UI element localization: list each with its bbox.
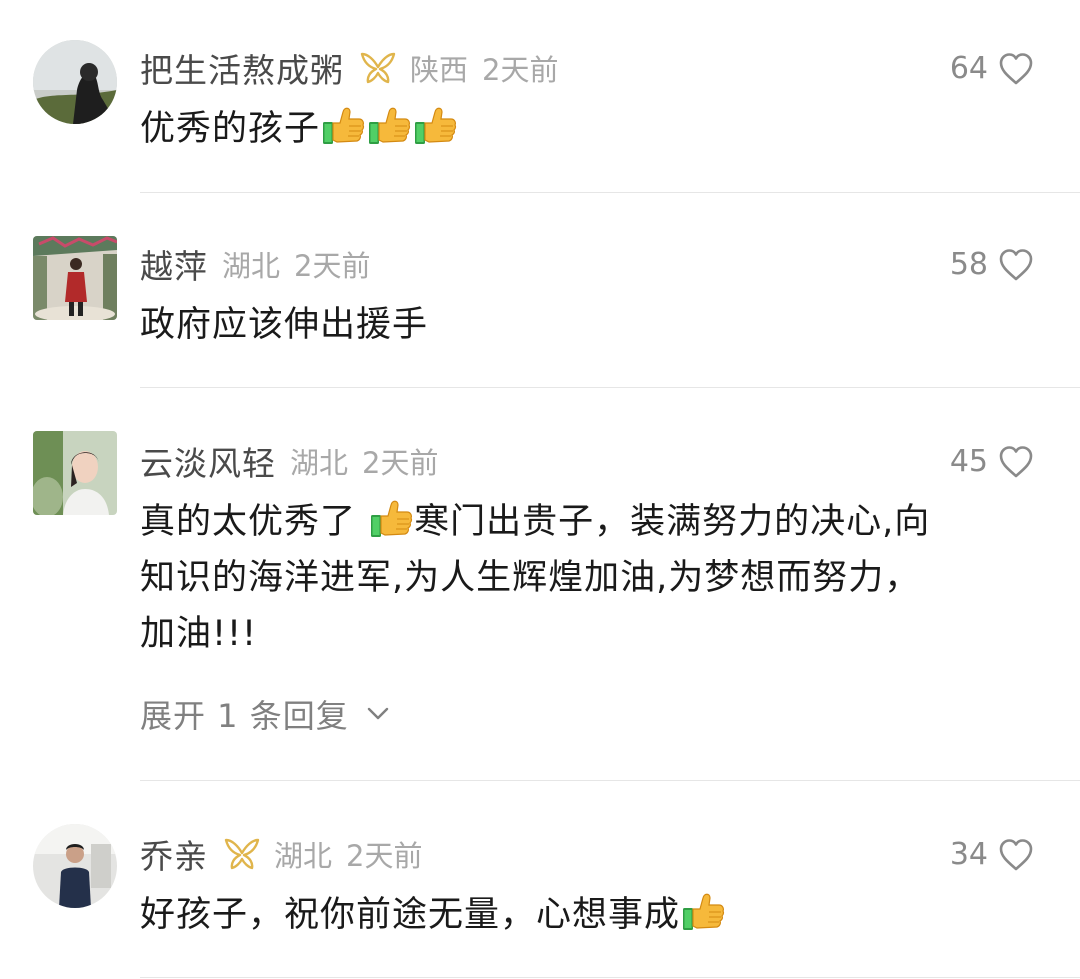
heart-outline-icon[interactable]	[998, 248, 1034, 282]
like-count: 58	[949, 247, 988, 282]
comment-meta: 把生活熬成粥 陕西 2天前	[140, 45, 558, 91]
heart-outline-icon[interactable]	[998, 838, 1034, 872]
location: 陕西	[410, 53, 469, 87]
heart-outline-icon[interactable]	[998, 52, 1034, 86]
chevron-down-icon	[367, 707, 388, 720]
like-button[interactable]: 34	[950, 837, 1034, 872]
like-count: 45	[949, 444, 988, 479]
comment-text-segment: 真的太优秀了	[140, 502, 369, 542]
comment-meta: 越萍 湖北 2天前	[140, 241, 370, 287]
comment-text-line: 加油!!!	[140, 614, 258, 654]
comment-text-line: 真的太优秀了 寒门出贵子，装满努力的决心,向	[140, 494, 1040, 550]
location: 湖北	[222, 249, 281, 283]
location: 湖北	[274, 839, 333, 873]
avatar[interactable]	[33, 40, 117, 124]
thumbs-up-emoji	[367, 104, 411, 146]
comment-text: 真的太优秀了 寒门出贵子，装满努力的决心,向 知识的海洋进军,为人生辉煌加油,为…	[140, 494, 1040, 662]
like-button[interactable]: 58	[950, 247, 1034, 282]
comment-text-segment: 寒门出贵子，装满努力的决心,向	[414, 502, 931, 542]
thumbs-up-emoji	[681, 890, 725, 932]
comment-text: 政府应该伸出援手	[140, 297, 1040, 353]
comment-text: 好孩子，祝你前途无量，心想事成	[140, 887, 1040, 943]
comment-text-content: 政府应该伸出援手	[140, 305, 429, 345]
comment-item[interactable]: 云淡风轻 湖北 2天前 45 真的太优秀了 寒门出贵子，装满努力的决心,向 知识…	[0, 388, 1080, 781]
like-button[interactable]: 45	[950, 444, 1034, 479]
comment-item[interactable]: 越萍 湖北 2天前 58 政府应该伸出援手	[0, 193, 1080, 388]
comment-text: 优秀的孩子	[140, 101, 1040, 157]
fan-badge-icon	[358, 51, 398, 85]
username[interactable]: 把生活熬成粥	[140, 44, 344, 92]
comment-item[interactable]: 乔亲 湖北 2天前 34 好孩子，祝你前途无量，心想事成	[0, 781, 1080, 979]
expand-replies-label: 展开 1 条回复	[140, 697, 349, 735]
location: 湖北	[290, 446, 349, 480]
timestamp: 2天前	[294, 249, 371, 283]
thumbs-up-emoji	[413, 104, 457, 146]
thumbs-up-emoji	[369, 497, 413, 539]
username[interactable]: 越萍	[140, 240, 208, 288]
thumbs-up-emoji	[321, 104, 365, 146]
expand-replies-button[interactable]: 展开 1 条回复	[140, 692, 389, 736]
divider	[140, 977, 1080, 978]
avatar[interactable]	[33, 824, 117, 908]
heart-outline-icon[interactable]	[998, 445, 1034, 479]
timestamp: 2天前	[482, 53, 559, 87]
like-count: 64	[949, 51, 988, 86]
fan-badge-icon	[222, 837, 262, 871]
like-count: 34	[949, 837, 988, 872]
like-button[interactable]: 64	[950, 51, 1034, 86]
comment-text-content: 好孩子，祝你前途无量，心想事成	[140, 895, 681, 935]
comment-item[interactable]: 把生活熬成粥 陕西 2天前 64 优秀的孩子	[0, 0, 1080, 193]
comment-text-content: 优秀的孩子	[140, 109, 321, 149]
avatar[interactable]	[33, 431, 117, 515]
timestamp: 2天前	[362, 446, 439, 480]
username[interactable]: 乔亲	[140, 830, 208, 878]
comment-meta: 乔亲 湖北 2天前	[140, 831, 422, 877]
username[interactable]: 云淡风轻	[140, 437, 276, 485]
comment-text-line: 知识的海洋进军,为人生辉煌加油,为梦想而努力，	[140, 558, 921, 598]
timestamp: 2天前	[346, 839, 423, 873]
comment-meta: 云淡风轻 湖北 2天前	[140, 438, 438, 484]
avatar[interactable]	[33, 236, 117, 320]
